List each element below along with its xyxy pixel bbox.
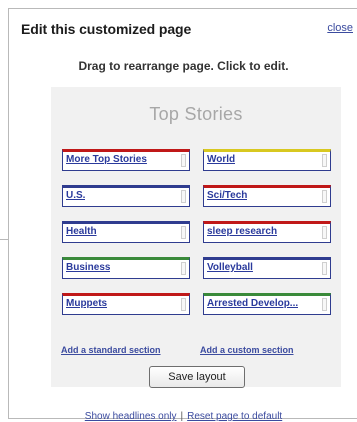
instructions-text: Drag to rearrange page. Click to edit. bbox=[78, 59, 289, 73]
section-box-us[interactable]: U.S. bbox=[62, 185, 190, 207]
section-box-sleep-research[interactable]: sleep research bbox=[203, 221, 331, 243]
layout-panel: Top Stories More Top Stories U.S. Health… bbox=[51, 87, 341, 388]
section-box-label[interactable]: Muppets bbox=[66, 298, 107, 309]
section-box-label[interactable]: U.S. bbox=[66, 190, 85, 201]
drag-handle-icon[interactable] bbox=[181, 154, 186, 167]
section-box-volleyball[interactable]: Volleyball bbox=[203, 257, 331, 279]
drag-handle-icon[interactable] bbox=[181, 190, 186, 203]
page-edge-line bbox=[0, 239, 8, 240]
drag-handle-icon[interactable] bbox=[181, 226, 186, 239]
drag-handle-icon[interactable] bbox=[322, 226, 327, 239]
section-box-arrested-development[interactable]: Arrested Develop... bbox=[203, 293, 331, 315]
close-link[interactable]: close bbox=[327, 22, 353, 34]
section-box-label[interactable]: World bbox=[207, 154, 235, 165]
show-headlines-only-link[interactable]: Show headlines only bbox=[85, 411, 177, 422]
add-standard-section-link[interactable]: Add a standard section bbox=[61, 345, 161, 355]
section-box-label[interactable]: sleep research bbox=[207, 226, 277, 237]
drag-handle-icon[interactable] bbox=[322, 298, 327, 311]
section-box-muppets[interactable]: Muppets bbox=[62, 293, 190, 315]
section-box-world[interactable]: World bbox=[203, 149, 331, 171]
section-box-label[interactable]: Volleyball bbox=[207, 262, 253, 273]
footer-links: Show headlines only | Reset page to defaul… bbox=[9, 411, 357, 422]
section-box-more-top-stories[interactable]: More Top Stories bbox=[62, 149, 190, 171]
drag-handle-icon[interactable] bbox=[322, 190, 327, 203]
section-box-label[interactable]: Sci/Tech bbox=[207, 190, 247, 201]
drag-handle-icon[interactable] bbox=[322, 262, 327, 275]
section-box-label[interactable]: More Top Stories bbox=[66, 154, 147, 165]
section-box-sci-tech[interactable]: Sci/Tech bbox=[203, 185, 331, 207]
drag-handle-icon[interactable] bbox=[181, 262, 186, 275]
reset-page-link[interactable]: Reset page to default bbox=[187, 411, 282, 422]
section-box-label[interactable]: Business bbox=[66, 262, 110, 273]
drag-handle-icon[interactable] bbox=[322, 154, 327, 167]
drag-handle-icon[interactable] bbox=[181, 298, 186, 311]
section-box-label[interactable]: Health bbox=[66, 226, 97, 237]
section-box-health[interactable]: Health bbox=[62, 221, 190, 243]
customize-page-dialog: Edit this customized page close Drag to … bbox=[8, 8, 357, 422]
add-custom-section-link[interactable]: Add a custom section bbox=[200, 345, 294, 355]
section-title: Top Stories bbox=[149, 104, 243, 124]
section-box-business[interactable]: Business bbox=[62, 257, 190, 279]
section-box-label[interactable]: Arrested Develop... bbox=[207, 298, 298, 309]
footer-separator: | bbox=[180, 411, 184, 422]
dialog-title: Edit this customized page bbox=[21, 21, 192, 37]
save-layout-button[interactable]: Save layout bbox=[149, 366, 245, 388]
